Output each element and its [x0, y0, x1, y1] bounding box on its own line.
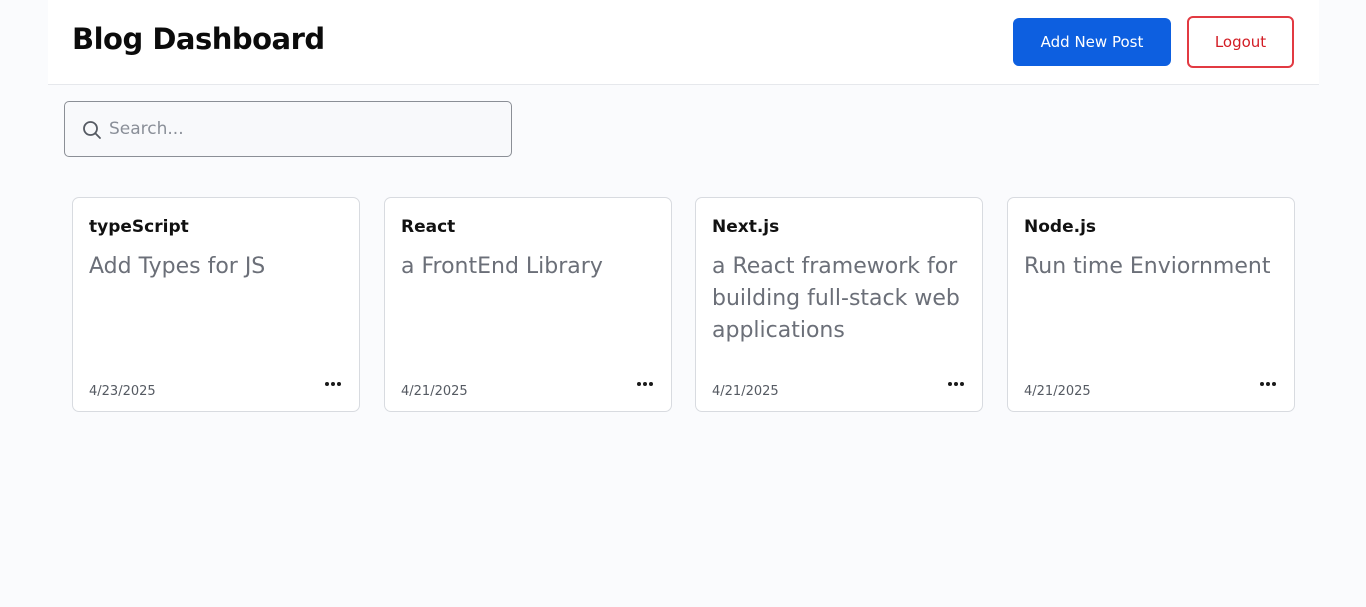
search-box	[64, 101, 512, 157]
search-icon	[82, 120, 102, 140]
search-input[interactable]	[109, 102, 499, 156]
post-description: Run time Enviornment	[1024, 254, 1271, 279]
post-card[interactable]: typeScript Add Types for JS 4/23/2025	[72, 197, 360, 412]
post-date: 4/21/2025	[712, 384, 779, 399]
post-title: Next.js	[712, 217, 780, 237]
logout-button[interactable]: Logout	[1187, 16, 1294, 68]
post-title: typeScript	[89, 217, 189, 237]
post-card[interactable]: Next.js a React framework for building f…	[695, 197, 983, 412]
app-header: Blog Dashboard Add New Post Logout	[48, 0, 1319, 85]
post-date: 4/23/2025	[89, 384, 156, 399]
post-description: Add Types for JS	[89, 254, 266, 279]
post-description: a FrontEnd Library	[401, 254, 603, 279]
more-horizontal-icon[interactable]	[631, 372, 659, 396]
more-horizontal-icon[interactable]	[319, 372, 347, 396]
more-horizontal-icon[interactable]	[1254, 372, 1282, 396]
add-new-post-button[interactable]: Add New Post	[1013, 18, 1171, 66]
post-card[interactable]: React a FrontEnd Library 4/21/2025	[384, 197, 672, 412]
page-title: Blog Dashboard	[72, 22, 325, 56]
post-description: a React framework for building full-stac…	[712, 254, 960, 343]
post-title: Node.js	[1024, 217, 1097, 237]
post-title: React	[401, 217, 456, 237]
post-date: 4/21/2025	[401, 384, 468, 399]
more-horizontal-icon[interactable]	[942, 372, 970, 396]
post-card[interactable]: Node.js Run time Enviornment 4/21/2025	[1007, 197, 1295, 412]
post-date: 4/21/2025	[1024, 384, 1091, 399]
